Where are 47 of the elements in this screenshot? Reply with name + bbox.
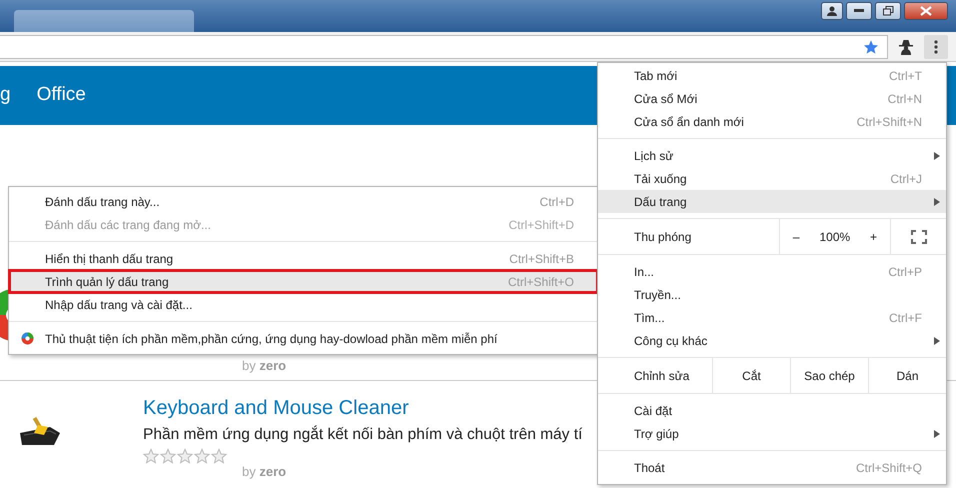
menu-item[interactable]: Cửa sổ ẩn danh mới Ctrl+Shift+N [598, 110, 946, 133]
menu-item[interactable]: Trình quản lý dấu trang Ctrl+Shift+O [9, 270, 598, 293]
product-title-link[interactable]: Keyboard and Mouse Cleaner [143, 393, 409, 423]
menu-item[interactable]: Hiển thị thanh dấu trang Ctrl+Shift+B [9, 247, 598, 270]
star-icon [194, 448, 210, 464]
menu-item[interactable]: Dấu trang [598, 190, 946, 213]
bookmark-favicon [21, 332, 34, 345]
menu-item[interactable]: Tìm... Ctrl+F [598, 306, 946, 329]
menu-item[interactable]: Thoát Ctrl+Shift+Q [598, 456, 946, 479]
menu-item[interactable]: Lịch sử [598, 144, 946, 167]
author-byline: by zero [242, 464, 288, 480]
author-byline: by zero [242, 357, 286, 375]
star-icon [160, 448, 176, 464]
edit-label: Chỉnh sửa [633, 368, 690, 384]
star-icon [177, 448, 193, 464]
profile-button[interactable] [821, 2, 843, 20]
menu-button[interactable] [924, 34, 948, 58]
zoom-level: 100% [819, 228, 850, 246]
nav-link[interactable]: g [0, 81, 11, 110]
restore-icon [882, 6, 894, 16]
menu-item[interactable]: Thủ thuật tiện ích phần mềm,phần cứng, ứng dụng hay-dowload phần mềm miễn phí [9, 327, 598, 350]
menu-item[interactable]: Nhập dấu trang và cài đặt... [9, 293, 598, 316]
keyboard-broom-icon [18, 417, 62, 447]
zoom-out-button[interactable]: – [786, 228, 806, 246]
minimize-icon [854, 9, 864, 13]
zoom-in-button[interactable]: + [864, 228, 884, 246]
minimize-button[interactable] [846, 2, 872, 20]
fullscreen-icon [910, 230, 926, 244]
menu-icon [934, 40, 938, 54]
nav-link[interactable]: Office [36, 81, 86, 110]
menu-item[interactable]: In... Ctrl+P [598, 260, 946, 283]
person-icon [827, 6, 837, 16]
menu-item[interactable]: Trợ giúp [598, 422, 946, 445]
menu-item[interactable]: Truyền... [598, 283, 946, 306]
product-description: Phần mềm ứng dụng ngắt kết nối bàn phím và chuột trên máy tí [143, 424, 582, 445]
close-button[interactable] [904, 2, 948, 20]
zoom-label: Thu phóng [633, 228, 692, 246]
star-icon [143, 448, 159, 464]
menu-item[interactable]: Đánh dấu trang này... Ctrl+D [9, 190, 598, 213]
close-icon [920, 6, 932, 16]
star-icon [211, 448, 227, 464]
menu-item[interactable]: Tải xuống Ctrl+J [598, 167, 946, 190]
menu-item[interactable]: Cửa sổ Mới Ctrl+N [598, 87, 946, 110]
menu-item[interactable]: Tab mới Ctrl+T [598, 64, 946, 87]
menu-item[interactable]: Cài đặt [598, 399, 946, 422]
menu-item[interactable]: Công cụ khác [598, 329, 946, 352]
maximize-button[interactable] [875, 2, 901, 20]
